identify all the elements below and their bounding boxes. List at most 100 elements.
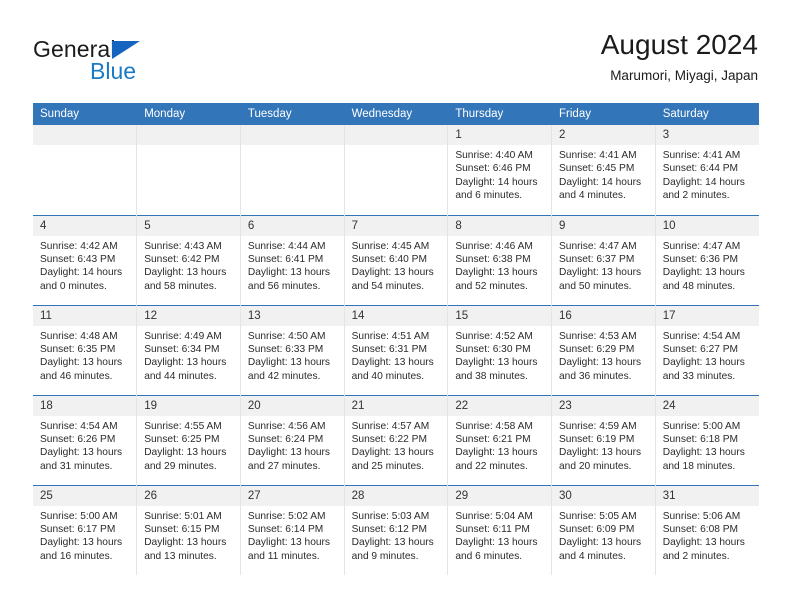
calendar-day-cell[interactable]: 31 Sunrise: 5:06 AM Sunset: 6:08 PM Dayligh… bbox=[655, 484, 759, 575]
day-number: 14 bbox=[344, 305, 448, 326]
sunrise-text: Sunrise: 4:41 AM bbox=[662, 150, 741, 161]
calendar-day-cell[interactable]: 25 Sunrise: 5:00 AM Sunset: 6:17 PM Dayligh… bbox=[33, 484, 138, 575]
calendar-day-cell[interactable]: 4 Sunrise: 4:42 AM Sunset: 6:43 PM Daylight… bbox=[33, 214, 138, 305]
weekday-header-monday: Monday bbox=[136, 103, 241, 125]
day-number: 27 bbox=[240, 485, 344, 506]
sunset-text: Sunset: 6:09 PM bbox=[559, 523, 635, 535]
daylight-text: Daylight: 13 hours and 58 minutes. bbox=[144, 267, 227, 292]
sunset-text: Sunset: 6:26 PM bbox=[40, 433, 116, 445]
calendar-day-cell[interactable]: 30 Sunrise: 5:05 AM Sunset: 6:09 PM Dayligh… bbox=[551, 484, 656, 575]
calendar-day-cell[interactable]: 27 Sunrise: 5:02 AM Sunset: 6:14 PM Dayligh… bbox=[240, 484, 345, 575]
day-details: Sunrise: 4:42 AM Sunset: 6:43 PM Daylight:… bbox=[33, 236, 136, 294]
sunset-text: Sunset: 6:14 PM bbox=[247, 523, 324, 535]
day-number: 5 bbox=[137, 215, 240, 236]
calendar-day-cell[interactable]: 20 Sunrise: 4:56 AM Sunset: 6:24 PM Dayligh… bbox=[240, 394, 345, 485]
daylight-text: Daylight: 13 hours and 6 minutes. bbox=[455, 537, 538, 562]
calendar-day-cell[interactable]: 6 Sunrise: 4:44 AM Sunset: 6:41 PM Daylight… bbox=[240, 214, 345, 305]
calendar-day-cell[interactable]: 3 Sunrise: 4:41 AM Sunset: 6:44 PM Daylight… bbox=[655, 125, 759, 215]
calendar-week-row: 18 Sunrise: 4:54 AM Sunset: 6:26 PM Dayligh… bbox=[33, 394, 759, 485]
day-details: Sunrise: 4:43 AM Sunset: 6:42 PM Daylight:… bbox=[137, 236, 240, 294]
calendar-day-cell[interactable]: 2 Sunrise: 4:41 AM Sunset: 6:45 PM Daylight… bbox=[551, 125, 656, 215]
sunset-text: Sunset: 6:33 PM bbox=[247, 343, 324, 355]
calendar-day-cell[interactable]: 9 Sunrise: 4:47 AM Sunset: 6:37 PM Daylight… bbox=[551, 214, 656, 305]
day-number: 4 bbox=[33, 215, 137, 236]
calendar-body: 1 Sunrise: 4:40 AM Sunset: 6:46 PM Daylight… bbox=[33, 125, 759, 575]
calendar-day-cell[interactable]: 5 Sunrise: 4:43 AM Sunset: 6:42 PM Daylight… bbox=[136, 214, 241, 305]
day-number: 7 bbox=[344, 215, 448, 236]
sunset-text: Sunset: 6:31 PM bbox=[351, 343, 427, 355]
daylight-text: Daylight: 13 hours and 13 minutes. bbox=[144, 537, 227, 562]
sunset-text: Sunset: 6:18 PM bbox=[662, 433, 739, 445]
sunset-text: Sunset: 6:38 PM bbox=[455, 253, 531, 265]
day-number: 25 bbox=[33, 485, 137, 506]
calendar-day-cell[interactable]: 19 Sunrise: 4:55 AM Sunset: 6:25 PM Dayligh… bbox=[136, 394, 241, 485]
day-details: Sunrise: 4:44 AM Sunset: 6:41 PM Daylight:… bbox=[241, 236, 344, 294]
day-details: Sunrise: 4:58 AM Sunset: 6:21 PM Daylight:… bbox=[448, 416, 551, 474]
day-details: Sunrise: 4:46 AM Sunset: 6:38 PM Daylight:… bbox=[448, 236, 551, 294]
day-number: 23 bbox=[552, 395, 655, 416]
calendar-day-cell[interactable]: 16 Sunrise: 4:53 AM Sunset: 6:29 PM Dayligh… bbox=[551, 304, 656, 395]
sunset-text: Sunset: 6:36 PM bbox=[662, 253, 739, 265]
sunrise-text: Sunrise: 4:58 AM bbox=[455, 420, 533, 432]
sunset-text: Sunset: 6:22 PM bbox=[351, 433, 427, 445]
sunrise-text: Sunrise: 4:56 AM bbox=[247, 420, 326, 432]
daylight-text: Daylight: 13 hours and 18 minutes. bbox=[662, 447, 745, 472]
calendar-day-cell[interactable]: 1 Sunrise: 4:40 AM Sunset: 6:46 PM Daylight… bbox=[447, 125, 553, 215]
calendar-week-row: 25 Sunrise: 5:00 AM Sunset: 6:17 PM Dayligh… bbox=[33, 484, 759, 575]
day-number bbox=[33, 125, 137, 145]
calendar-header-row: Sunday Monday Tuesday Wednesday Thursday… bbox=[33, 103, 760, 125]
calendar-day-cell[interactable]: 14 Sunrise: 4:51 AM Sunset: 6:31 PM Dayligh… bbox=[344, 304, 449, 395]
calendar-day-cell[interactable]: 10 Sunrise: 4:47 AM Sunset: 6:36 PM Dayligh… bbox=[655, 214, 759, 305]
day-details: Sunrise: 4:48 AM Sunset: 6:35 PM Daylight:… bbox=[33, 326, 136, 384]
title-block: August 2024 Marumori, Miyagi, Japan bbox=[601, 28, 758, 85]
day-details: Sunrise: 4:54 AM Sunset: 6:27 PM Daylight:… bbox=[656, 326, 759, 384]
calendar-cell-empty bbox=[136, 125, 241, 215]
daylight-text: Daylight: 13 hours and 52 minutes. bbox=[455, 267, 538, 292]
sunrise-text: Sunrise: 4:59 AM bbox=[559, 420, 637, 432]
calendar-day-cell[interactable]: 13 Sunrise: 4:50 AM Sunset: 6:33 PM Dayligh… bbox=[240, 304, 345, 395]
sunset-text: Sunset: 6:27 PM bbox=[662, 343, 739, 355]
calendar-day-cell[interactable]: 23 Sunrise: 4:59 AM Sunset: 6:19 PM Dayligh… bbox=[551, 394, 656, 485]
calendar-day-cell[interactable]: 12 Sunrise: 4:49 AM Sunset: 6:34 PM Dayligh… bbox=[136, 304, 241, 395]
day-details: Sunrise: 4:41 AM Sunset: 6:44 PM Daylight:… bbox=[656, 145, 759, 203]
calendar-day-cell[interactable]: 17 Sunrise: 4:54 AM Sunset: 6:27 PM Dayligh… bbox=[655, 304, 759, 395]
sunrise-text: Sunrise: 4:41 AM bbox=[559, 150, 637, 161]
calendar-page: General Blue August 2024 Marumori, Miyag… bbox=[0, 0, 792, 612]
daylight-text: Daylight: 13 hours and 33 minutes. bbox=[662, 357, 745, 382]
day-details: Sunrise: 4:55 AM Sunset: 6:25 PM Daylight:… bbox=[137, 416, 240, 474]
page-subtitle: Marumori, Miyagi, Japan bbox=[610, 68, 758, 83]
calendar-day-cell[interactable]: 8 Sunrise: 4:46 AM Sunset: 6:38 PM Daylight… bbox=[447, 214, 553, 305]
day-number: 18 bbox=[33, 395, 137, 416]
day-number: 6 bbox=[240, 215, 344, 236]
sunrise-text: Sunrise: 4:53 AM bbox=[559, 330, 637, 342]
calendar-week-row: 1 Sunrise: 4:40 AM Sunset: 6:46 PM Daylight… bbox=[33, 125, 759, 215]
calendar-day-cell[interactable]: 7 Sunrise: 4:45 AM Sunset: 6:40 PM Daylight… bbox=[344, 214, 449, 305]
calendar-day-cell[interactable]: 24 Sunrise: 5:00 AM Sunset: 6:18 PM Dayligh… bbox=[655, 394, 759, 485]
daylight-text: Daylight: 13 hours and 22 minutes. bbox=[455, 447, 538, 472]
day-details: Sunrise: 4:47 AM Sunset: 6:37 PM Daylight:… bbox=[552, 236, 655, 294]
day-details: Sunrise: 4:51 AM Sunset: 6:31 PM Daylight:… bbox=[345, 326, 448, 384]
calendar-day-cell[interactable]: 29 Sunrise: 5:04 AM Sunset: 6:11 PM Dayligh… bbox=[447, 484, 553, 575]
daylight-text: Daylight: 13 hours and 25 minutes. bbox=[351, 447, 434, 472]
calendar-day-cell[interactable]: 28 Sunrise: 5:03 AM Sunset: 6:12 PM Dayligh… bbox=[344, 484, 449, 575]
calendar-day-cell[interactable]: 15 Sunrise: 4:52 AM Sunset: 6:30 PM Dayligh… bbox=[447, 304, 553, 395]
sunrise-text: Sunrise: 5:05 AM bbox=[559, 510, 637, 522]
calendar-day-cell[interactable]: 26 Sunrise: 5:01 AM Sunset: 6:15 PM Dayligh… bbox=[136, 484, 241, 575]
sunset-text: Sunset: 6:21 PM bbox=[455, 433, 531, 445]
daylight-text: Daylight: 13 hours and 9 minutes. bbox=[351, 537, 434, 562]
day-number: 28 bbox=[344, 485, 448, 506]
logo-text-blue: Blue bbox=[90, 58, 137, 84]
generalblue-logo[interactable]: General Blue bbox=[33, 36, 253, 84]
calendar-day-cell[interactable]: 18 Sunrise: 4:54 AM Sunset: 6:26 PM Dayligh… bbox=[33, 394, 138, 485]
calendar-day-cell[interactable]: 11 Sunrise: 4:48 AM Sunset: 6:35 PM Dayligh… bbox=[33, 304, 138, 395]
day-details: Sunrise: 5:04 AM Sunset: 6:11 PM Daylight:… bbox=[448, 506, 551, 564]
sunset-text: Sunset: 6:35 PM bbox=[40, 343, 116, 355]
sunrise-text: Sunrise: 4:44 AM bbox=[247, 240, 326, 252]
sunset-text: Sunset: 6:45 PM bbox=[559, 163, 635, 175]
sunset-text: Sunset: 6:30 PM bbox=[455, 343, 531, 355]
calendar-day-cell[interactable]: 22 Sunrise: 4:58 AM Sunset: 6:21 PM Dayligh… bbox=[447, 394, 553, 485]
day-number: 8 bbox=[448, 215, 552, 236]
day-details: Sunrise: 4:50 AM Sunset: 6:33 PM Daylight:… bbox=[241, 326, 344, 384]
sunrise-text: Sunrise: 4:40 AM bbox=[455, 150, 533, 161]
calendar-day-cell[interactable]: 21 Sunrise: 4:57 AM Sunset: 6:22 PM Dayligh… bbox=[344, 394, 449, 485]
